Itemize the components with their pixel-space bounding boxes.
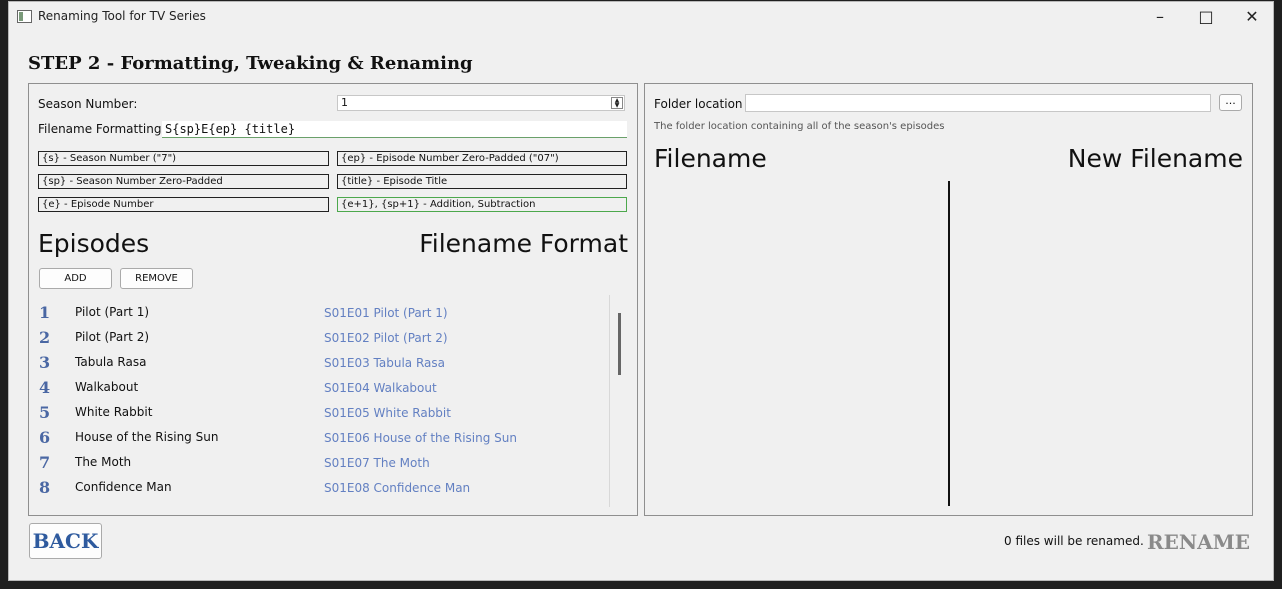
- filename-format-input[interactable]: S{sp}E{ep} {title}: [162, 121, 627, 138]
- formatting-panel: Season Number: 1 ▲ ▼ Filename Formatting …: [28, 83, 638, 516]
- episode-formatted-name: S01E06 House of the Rising Sun: [324, 431, 517, 445]
- minimize-icon[interactable]: –: [1137, 2, 1183, 32]
- spin-arrows-icon[interactable]: ▲ ▼: [611, 97, 623, 109]
- episode-formatted-name: S01E01 Pilot (Part 1): [324, 306, 448, 320]
- episode-formatted-name: S01E07 The Moth: [324, 456, 430, 470]
- episode-number: 8: [39, 478, 51, 497]
- new-filename-heading: New Filename: [1067, 144, 1243, 173]
- episode-title[interactable]: Walkabout: [75, 380, 138, 394]
- episode-number: 2: [39, 328, 51, 347]
- episode-formatted-name: S01E08 Confidence Man: [324, 481, 471, 495]
- episode-row[interactable]: 4 Walkabout S01E04 Walkabout: [37, 377, 607, 402]
- episode-number: 1: [39, 303, 51, 322]
- token-episode-title[interactable]: {title} - Episode Title: [337, 174, 627, 189]
- filename-format-heading: Filename Format: [419, 229, 628, 258]
- episode-title[interactable]: Pilot (Part 1): [75, 305, 149, 319]
- episode-formatted-name: S01E05 White Rabbit: [324, 406, 451, 420]
- episode-number: 3: [39, 353, 51, 372]
- episode-title[interactable]: Confidence Man: [75, 480, 172, 494]
- folder-location-hint: The folder location containing all of th…: [654, 121, 945, 132]
- episode-number: 7: [39, 453, 51, 472]
- column-divider[interactable]: [948, 181, 950, 506]
- maximize-icon[interactable]: □: [1183, 2, 1229, 32]
- remove-episode-button[interactable]: REMOVE: [120, 268, 193, 289]
- episode-number: 5: [39, 403, 51, 422]
- step-title: STEP 2 - Formatting, Tweaking & Renaming: [28, 53, 473, 74]
- episode-row[interactable]: 6 House of the Rising Sun S01E06 House o…: [37, 427, 607, 452]
- add-episode-button[interactable]: ADD: [39, 268, 112, 289]
- episode-title[interactable]: Pilot (Part 2): [75, 330, 149, 344]
- token-season-number[interactable]: {s} - Season Number ("7"): [38, 151, 329, 166]
- episode-row[interactable]: 3 Tabula Rasa S01E03 Tabula Rasa: [37, 352, 607, 377]
- folder-location-input[interactable]: [745, 94, 1211, 112]
- season-number-label: Season Number:: [38, 97, 138, 111]
- rename-count-status: 0 files will be renamed.: [1004, 534, 1144, 548]
- episode-number: 4: [39, 378, 51, 397]
- season-number-value: 1: [341, 96, 348, 109]
- folder-location-label: Folder location: [654, 97, 743, 111]
- episode-title[interactable]: Tabula Rasa: [75, 355, 146, 369]
- close-icon[interactable]: ✕: [1229, 2, 1273, 32]
- episode-title[interactable]: The Moth: [75, 455, 131, 469]
- episode-row[interactable]: 7 The Moth S01E07 The Moth: [37, 452, 607, 477]
- episode-formatted-name: S01E04 Walkabout: [324, 381, 437, 395]
- title-bar[interactable]: Renaming Tool for TV Series – □ ✕: [9, 2, 1273, 32]
- episode-formatted-name: S01E03 Tabula Rasa: [324, 356, 446, 370]
- back-button[interactable]: BACK: [29, 523, 102, 559]
- token-episode-number[interactable]: {e} - Episode Number: [38, 197, 329, 212]
- episode-row[interactable]: 2 Pilot (Part 2) S01E02 Pilot (Part 2): [37, 327, 607, 352]
- token-season-padded[interactable]: {sp} - Season Number Zero-Padded: [38, 174, 329, 189]
- browse-folder-button[interactable]: ...: [1219, 94, 1242, 111]
- episode-title[interactable]: White Rabbit: [75, 405, 152, 419]
- renaming-panel: Folder location ... The folder location …: [644, 83, 1253, 516]
- token-arithmetic[interactable]: {e+1}, {sp+1} - Addition, Subtraction: [337, 197, 627, 212]
- episode-formatted-name: S01E02 Pilot (Part 2): [324, 331, 448, 345]
- episodes-heading: Episodes: [38, 229, 150, 258]
- filename-heading: Filename: [654, 144, 767, 173]
- episode-number: 6: [39, 428, 51, 447]
- app-icon: [17, 10, 32, 23]
- filename-formatting-label: Filename Formatting: [38, 122, 162, 136]
- window-title: Renaming Tool for TV Series: [38, 9, 206, 23]
- token-episode-padded[interactable]: {ep} - Episode Number Zero-Padded ("07"): [337, 151, 627, 166]
- season-number-spinbox[interactable]: 1 ▲ ▼: [337, 95, 625, 111]
- episode-row[interactable]: 1 Pilot (Part 1) S01E01 Pilot (Part 1): [37, 302, 607, 327]
- episode-row[interactable]: 8 Confidence Man S01E08 Confidence Man: [37, 477, 607, 502]
- episode-list-scroll-track[interactable]: [609, 295, 610, 507]
- episode-title[interactable]: House of the Rising Sun: [75, 430, 218, 444]
- rename-button[interactable]: RENAME: [1147, 525, 1250, 559]
- episode-row[interactable]: 5 White Rabbit S01E05 White Rabbit: [37, 402, 607, 427]
- episode-list[interactable]: 1 Pilot (Part 1) S01E01 Pilot (Part 1) 2…: [37, 295, 612, 507]
- app-window: Renaming Tool for TV Series – □ ✕ STEP 2…: [8, 1, 1274, 581]
- episode-list-scrollbar[interactable]: [618, 313, 621, 375]
